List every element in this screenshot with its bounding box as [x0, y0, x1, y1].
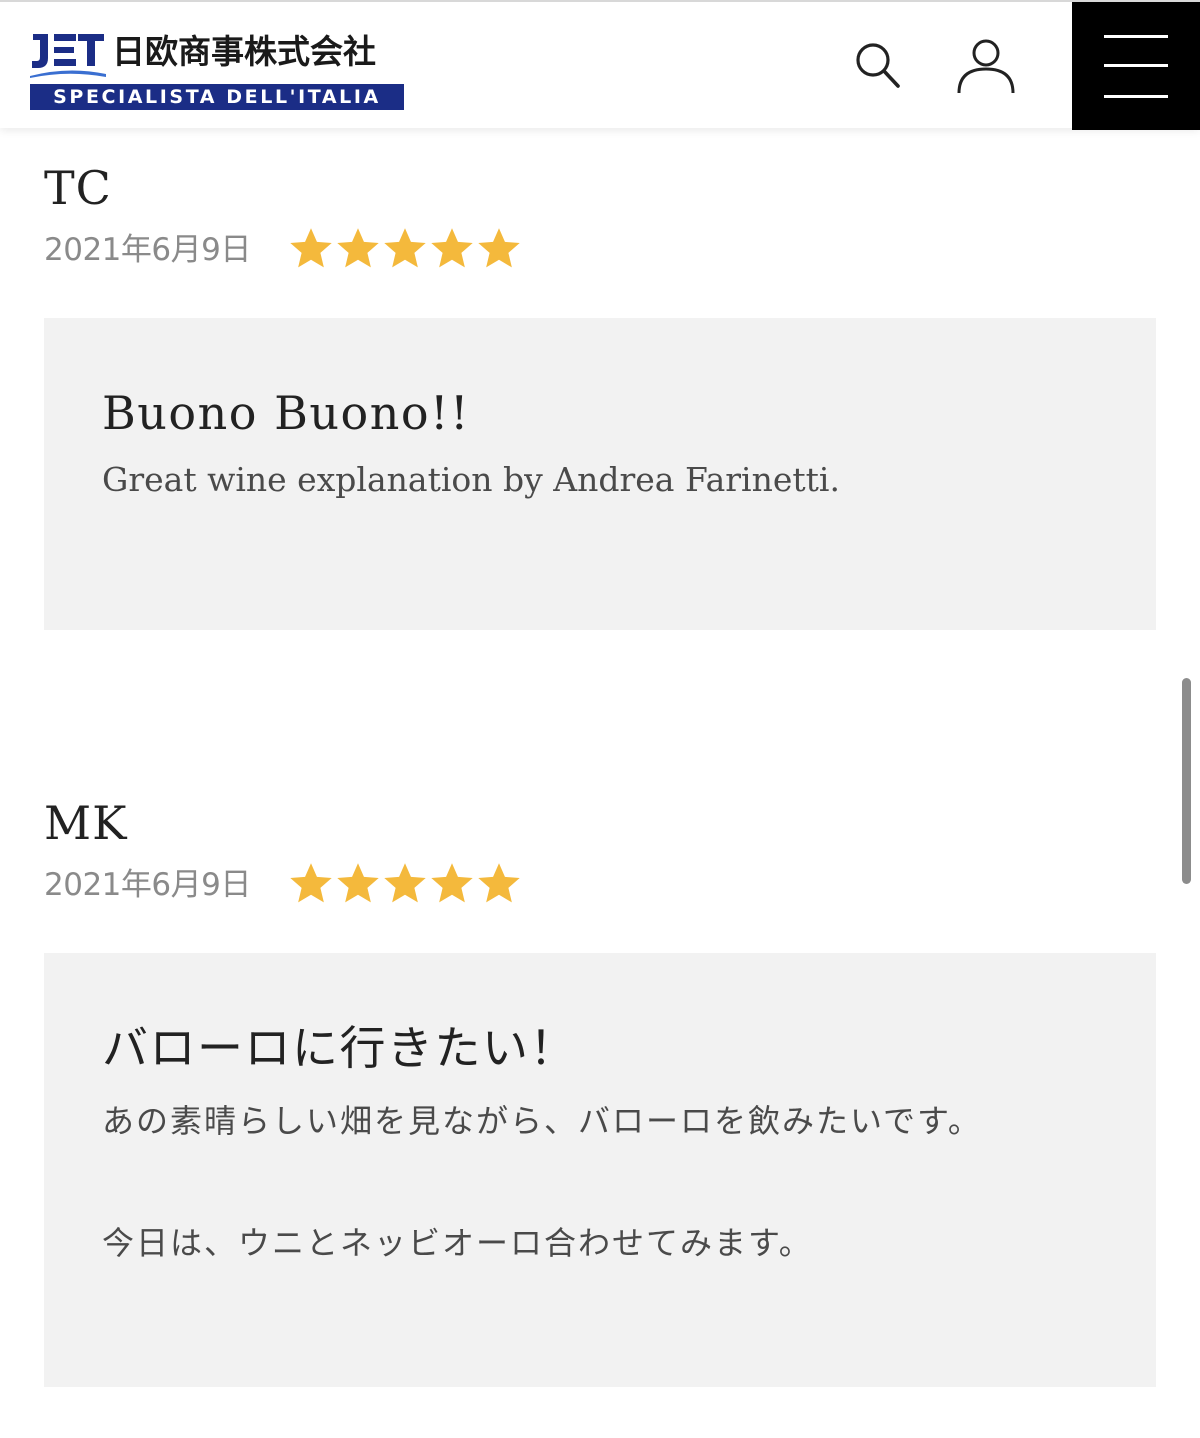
star-icon: [384, 228, 426, 268]
search-button[interactable]: [848, 34, 908, 98]
reviewer-name: TC: [44, 161, 112, 215]
hamburger-bar: [1104, 64, 1168, 67]
star-icon: [337, 228, 379, 268]
review-item: MK 2021年6月9日 バローロに行きたい！ あの素晴らしい畑を見ながら、バロ…: [44, 795, 1156, 1387]
review-content-box: Buono Buono!! Great wine explanation by …: [44, 318, 1156, 630]
logo-top-row: 日欧商事株式会社: [30, 30, 404, 80]
review-content-box: バローロに行きたい！ あの素晴らしい畑を見ながら、バローロを飲みたいです。 今日…: [44, 953, 1156, 1387]
review-body-paragraph: 今日は、ウニとネッビオーロ合わせてみます。: [102, 1224, 813, 1262]
star-icon: [384, 863, 426, 903]
hamburger-menu-icon: [1104, 35, 1168, 38]
menu-button[interactable]: [1072, 2, 1200, 130]
review-title: バローロに行きたい！: [102, 1021, 577, 1075]
star-icon: [290, 228, 332, 268]
user-icon: [957, 39, 1015, 94]
review-title: Buono Buono!!: [102, 386, 470, 440]
review-body-paragraph: あの素晴らしい畑を見ながら、バローロを飲みたいです。: [102, 1102, 982, 1140]
reviewer-name: MK: [44, 796, 128, 850]
scrollbar-thumb[interactable]: [1182, 678, 1191, 884]
star-rating: [288, 861, 523, 907]
company-name: 日欧商事株式会社: [112, 32, 376, 71]
review-date: 2021年6月9日: [44, 867, 251, 903]
star-icon: [478, 228, 520, 268]
search-icon: [856, 43, 900, 88]
hamburger-bar: [1104, 95, 1168, 98]
account-button[interactable]: [956, 34, 1016, 98]
site-header: 日欧商事株式会社 SPECIALISTA DELL'ITALIA: [0, 0, 1200, 130]
review-date: 2021年6月9日: [44, 232, 251, 268]
page: 日欧商事株式会社 SPECIALISTA DELL'ITALIA TC 2021…: [0, 0, 1200, 1438]
review-body: あの素晴らしい畑を見ながら、バローロを飲みたいです。 今日は、ウニとネッビオーロ…: [102, 1099, 1098, 1265]
review-item: TC 2021年6月9日 Buono Buono!! Great wine ex…: [44, 160, 1156, 630]
site-logo[interactable]: 日欧商事株式会社 SPECIALISTA DELL'ITALIA: [30, 30, 404, 112]
star-icon: [431, 863, 473, 903]
review-body: Great wine explanation by Andrea Farinet…: [102, 458, 1098, 502]
star-icon: [290, 863, 332, 903]
review-meta: 2021年6月9日: [44, 228, 1156, 270]
review-meta: 2021年6月9日: [44, 863, 1156, 905]
star-icon: [431, 228, 473, 268]
star-rating: [288, 226, 523, 272]
logo-tagline: SPECIALISTA DELL'ITALIA: [30, 84, 404, 110]
jet-logo-mark: [30, 34, 106, 78]
star-icon: [478, 863, 520, 903]
star-icon: [337, 863, 379, 903]
review-body-paragraph: Great wine explanation by Andrea Farinet…: [102, 460, 840, 499]
